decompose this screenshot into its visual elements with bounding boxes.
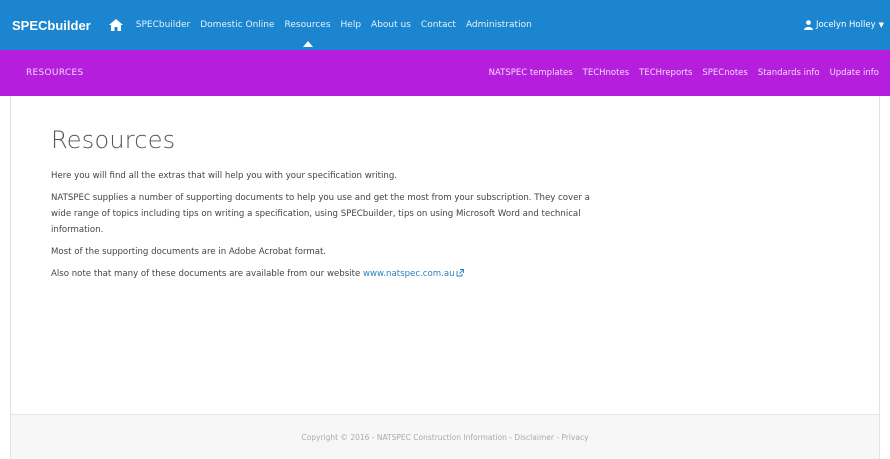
user-name: Jocelyn Holley xyxy=(815,20,876,30)
nav-item-help[interactable]: Help xyxy=(336,0,367,50)
subnav-techreports[interactable]: TECHreports xyxy=(634,68,697,78)
section-navbar: RESOURCES NATSPEC templates TECHnotes TE… xyxy=(0,50,890,96)
website-link[interactable]: www.natspec.com.au xyxy=(363,269,455,279)
home-icon[interactable] xyxy=(108,19,123,31)
subnav-natspec-templates[interactable]: NATSPEC templates xyxy=(484,68,578,78)
brand-logo[interactable]: SPECbuilder xyxy=(12,18,91,33)
top-navbar: SPECbuilder SPECbuilder Domestic Online … xyxy=(0,0,890,50)
supporting-docs-paragraph: NATSPEC supplies a number of supporting … xyxy=(51,193,590,235)
section-label: RESOURCES xyxy=(26,68,84,78)
nav-item-about-us[interactable]: About us xyxy=(366,0,416,50)
main-content: Resources Here you will find all the ext… xyxy=(51,126,611,288)
format-paragraph: Most of the supporting documents are in … xyxy=(51,247,327,257)
main-nav: SPECbuilder Domestic Online Resources He… xyxy=(131,0,537,50)
subnav-specnotes[interactable]: SPECnotes xyxy=(697,68,752,78)
user-icon xyxy=(803,20,813,30)
subnav-standards-info[interactable]: Standards info xyxy=(753,68,825,78)
nav-item-domestic-online[interactable]: Domestic Online xyxy=(195,0,279,50)
user-menu[interactable]: Jocelyn Holley ▼ xyxy=(803,0,884,50)
footer: Copyright © 2016 - NATSPEC Construction … xyxy=(11,414,879,459)
nav-item-administration[interactable]: Administration xyxy=(461,0,537,50)
caret-down-icon: ▼ xyxy=(878,21,884,29)
external-link-icon[interactable] xyxy=(456,269,464,277)
page-title: Resources xyxy=(51,126,176,154)
nav-item-contact[interactable]: Contact xyxy=(416,0,461,50)
nav-item-specbuilder[interactable]: SPECbuilder xyxy=(131,0,195,50)
intro-paragraph: Here you will find all the extras that w… xyxy=(51,171,398,181)
subnav-technotes[interactable]: TECHnotes xyxy=(578,68,634,78)
content-panel: Resources Here you will find all the ext… xyxy=(10,96,880,459)
website-paragraph: Also note that many of these documents a… xyxy=(51,266,611,282)
subnav-update-info[interactable]: Update info xyxy=(825,68,884,78)
nav-item-resources[interactable]: Resources xyxy=(280,0,336,50)
footer-text: Copyright © 2016 - NATSPEC Construction … xyxy=(301,432,589,442)
website-note: Also note that many of these documents a… xyxy=(51,269,361,279)
section-nav: NATSPEC templates TECHnotes TECHreports … xyxy=(484,50,884,96)
